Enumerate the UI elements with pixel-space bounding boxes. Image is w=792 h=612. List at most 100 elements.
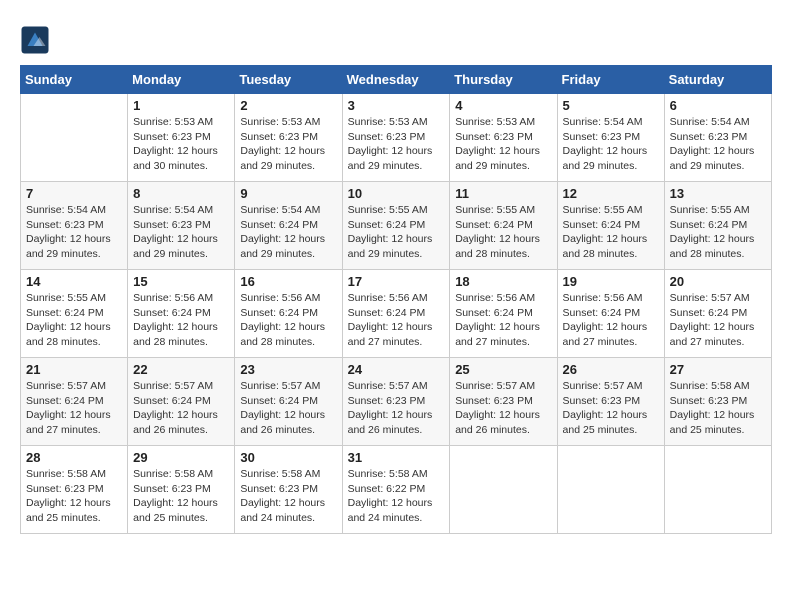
day-info: Sunrise: 5:57 AM Sunset: 6:23 PM Dayligh…: [563, 379, 659, 438]
day-number: 5: [563, 98, 659, 113]
day-number: 11: [455, 186, 551, 201]
day-info: Sunrise: 5:53 AM Sunset: 6:23 PM Dayligh…: [455, 115, 551, 174]
calendar-cell: 17 Sunrise: 5:56 AM Sunset: 6:24 PM Dayli…: [342, 270, 450, 358]
day-number: 20: [670, 274, 766, 289]
calendar-cell: 6Sunrise: 5:54 AM Sunset: 6:23 PM Daylig…: [664, 94, 771, 182]
day-number: 9: [240, 186, 336, 201]
day-info: Sunrise: 5:54 AM Sunset: 6:23 PM Dayligh…: [133, 203, 229, 262]
day-number: 15: [133, 274, 229, 289]
day-number: 16: [240, 274, 336, 289]
day-info: Sunrise: 5:54 AM Sunset: 6:23 PM Dayligh…: [563, 115, 659, 174]
calendar-week-4: 21Sunrise: 5:57 AM Sunset: 6:24 PM Dayli…: [21, 358, 772, 446]
calendar-week-1: 1 Sunrise: 5:53 AM Sunset: 6:23 PM Daylig…: [21, 94, 772, 182]
day-info: Sunrise: 5:58 AM Sunset: 6:22 PM Dayligh…: [348, 467, 445, 526]
calendar-cell: 5 Sunrise: 5:54 AM Sunset: 6:23 PM Daylig…: [557, 94, 664, 182]
calendar-cell: 3 Sunrise: 5:53 AM Sunset: 6:23 PM Daylig…: [342, 94, 450, 182]
day-number: 17: [348, 274, 445, 289]
day-number: 23: [240, 362, 336, 377]
day-header-thursday: Thursday: [450, 66, 557, 94]
day-number: 10: [348, 186, 445, 201]
header: [20, 20, 772, 55]
day-info: Sunrise: 5:55 AM Sunset: 6:24 PM Dayligh…: [348, 203, 445, 262]
day-info: Sunrise: 5:56 AM Sunset: 6:24 PM Dayligh…: [563, 291, 659, 350]
logo: [20, 25, 54, 55]
day-header-tuesday: Tuesday: [235, 66, 342, 94]
day-info: Sunrise: 5:57 AM Sunset: 6:23 PM Dayligh…: [455, 379, 551, 438]
calendar-cell: 19 Sunrise: 5:56 AM Sunset: 6:24 PM Dayli…: [557, 270, 664, 358]
calendar-week-2: 7 Sunrise: 5:54 AM Sunset: 6:23 PM Daylig…: [21, 182, 772, 270]
day-info: Sunrise: 5:54 AM Sunset: 6:24 PM Dayligh…: [240, 203, 336, 262]
day-info: Sunrise: 5:57 AM Sunset: 6:24 PM Dayligh…: [240, 379, 336, 438]
day-number: 12: [563, 186, 659, 201]
calendar-cell: 22 Sunrise: 5:57 AM Sunset: 6:24 PM Dayli…: [128, 358, 235, 446]
calendar-cell: 8 Sunrise: 5:54 AM Sunset: 6:23 PM Daylig…: [128, 182, 235, 270]
day-header-wednesday: Wednesday: [342, 66, 450, 94]
day-info: Sunrise: 5:55 AM Sunset: 6:24 PM Dayligh…: [26, 291, 122, 350]
calendar-cell: [557, 446, 664, 534]
calendar-cell: 1 Sunrise: 5:53 AM Sunset: 6:23 PM Daylig…: [128, 94, 235, 182]
calendar-body: 1 Sunrise: 5:53 AM Sunset: 6:23 PM Daylig…: [21, 94, 772, 534]
day-info: Sunrise: 5:58 AM Sunset: 6:23 PM Dayligh…: [240, 467, 336, 526]
day-number: 31: [348, 450, 445, 465]
calendar-cell: 27 Sunrise: 5:58 AM Sunset: 6:23 PM Dayli…: [664, 358, 771, 446]
calendar-cell: 14 Sunrise: 5:55 AM Sunset: 6:24 PM Dayli…: [21, 270, 128, 358]
day-number: 3: [348, 98, 445, 113]
day-number: 7: [26, 186, 122, 201]
day-info: Sunrise: 5:57 AM Sunset: 6:23 PM Dayligh…: [348, 379, 445, 438]
day-info: Sunrise: 5:53 AM Sunset: 6:23 PM Dayligh…: [240, 115, 336, 174]
calendar-cell: [21, 94, 128, 182]
day-info: Sunrise: 5:56 AM Sunset: 6:24 PM Dayligh…: [455, 291, 551, 350]
day-number: 28: [26, 450, 122, 465]
calendar-cell: 28 Sunrise: 5:58 AM Sunset: 6:23 PM Dayli…: [21, 446, 128, 534]
day-info: Sunrise: 5:53 AM Sunset: 6:23 PM Dayligh…: [133, 115, 229, 174]
day-info: Sunrise: 5:56 AM Sunset: 6:24 PM Dayligh…: [240, 291, 336, 350]
day-info: Sunrise: 5:56 AM Sunset: 6:24 PM Dayligh…: [348, 291, 445, 350]
day-header-monday: Monday: [128, 66, 235, 94]
calendar-cell: 2Sunrise: 5:53 AM Sunset: 6:23 PM Daylig…: [235, 94, 342, 182]
calendar-cell: [450, 446, 557, 534]
day-number: 27: [670, 362, 766, 377]
day-number: 1: [133, 98, 229, 113]
calendar-week-3: 14 Sunrise: 5:55 AM Sunset: 6:24 PM Dayli…: [21, 270, 772, 358]
day-number: 14: [26, 274, 122, 289]
day-number: 13: [670, 186, 766, 201]
calendar-header: SundayMondayTuesdayWednesdayThursdayFrid…: [21, 66, 772, 94]
calendar-cell: 12 Sunrise: 5:55 AM Sunset: 6:24 PM Dayli…: [557, 182, 664, 270]
day-number: 22: [133, 362, 229, 377]
calendar-cell: 26 Sunrise: 5:57 AM Sunset: 6:23 PM Dayli…: [557, 358, 664, 446]
calendar-cell: 24 Sunrise: 5:57 AM Sunset: 6:23 PM Dayli…: [342, 358, 450, 446]
calendar-cell: 16 Sunrise: 5:56 AM Sunset: 6:24 PM Dayli…: [235, 270, 342, 358]
day-info: Sunrise: 5:58 AM Sunset: 6:23 PM Dayligh…: [26, 467, 122, 526]
day-number: 8: [133, 186, 229, 201]
calendar-cell: 4Sunrise: 5:53 AM Sunset: 6:23 PM Daylig…: [450, 94, 557, 182]
day-header-friday: Friday: [557, 66, 664, 94]
calendar-cell: 9 Sunrise: 5:54 AM Sunset: 6:24 PM Daylig…: [235, 182, 342, 270]
day-info: Sunrise: 5:54 AM Sunset: 6:23 PM Dayligh…: [670, 115, 766, 174]
day-number: 26: [563, 362, 659, 377]
day-info: Sunrise: 5:55 AM Sunset: 6:24 PM Dayligh…: [670, 203, 766, 262]
day-number: 19: [563, 274, 659, 289]
calendar-cell: 25 Sunrise: 5:57 AM Sunset: 6:23 PM Dayli…: [450, 358, 557, 446]
calendar-cell: 30 Sunrise: 5:58 AM Sunset: 6:23 PM Dayli…: [235, 446, 342, 534]
day-info: Sunrise: 5:54 AM Sunset: 6:23 PM Dayligh…: [26, 203, 122, 262]
day-number: 25: [455, 362, 551, 377]
day-info: Sunrise: 5:57 AM Sunset: 6:24 PM Dayligh…: [670, 291, 766, 350]
calendar-cell: 29Sunrise: 5:58 AM Sunset: 6:23 PM Dayli…: [128, 446, 235, 534]
day-number: 30: [240, 450, 336, 465]
day-number: 24: [348, 362, 445, 377]
day-info: Sunrise: 5:58 AM Sunset: 6:23 PM Dayligh…: [670, 379, 766, 438]
day-number: 18: [455, 274, 551, 289]
day-info: Sunrise: 5:57 AM Sunset: 6:24 PM Dayligh…: [133, 379, 229, 438]
calendar-week-5: 28 Sunrise: 5:58 AM Sunset: 6:23 PM Dayli…: [21, 446, 772, 534]
day-info: Sunrise: 5:57 AM Sunset: 6:24 PM Dayligh…: [26, 379, 122, 438]
calendar-cell: 31 Sunrise: 5:58 AM Sunset: 6:22 PM Dayli…: [342, 446, 450, 534]
calendar-table: SundayMondayTuesdayWednesdayThursdayFrid…: [20, 65, 772, 534]
calendar-cell: 15 Sunrise: 5:56 AM Sunset: 6:24 PM Dayli…: [128, 270, 235, 358]
calendar-cell: 7 Sunrise: 5:54 AM Sunset: 6:23 PM Daylig…: [21, 182, 128, 270]
day-info: Sunrise: 5:53 AM Sunset: 6:23 PM Dayligh…: [348, 115, 445, 174]
day-info: Sunrise: 5:55 AM Sunset: 6:24 PM Dayligh…: [563, 203, 659, 262]
calendar-cell: 23 Sunrise: 5:57 AM Sunset: 6:24 PM Dayli…: [235, 358, 342, 446]
day-info: Sunrise: 5:56 AM Sunset: 6:24 PM Dayligh…: [133, 291, 229, 350]
day-header-saturday: Saturday: [664, 66, 771, 94]
calendar-cell: [664, 446, 771, 534]
